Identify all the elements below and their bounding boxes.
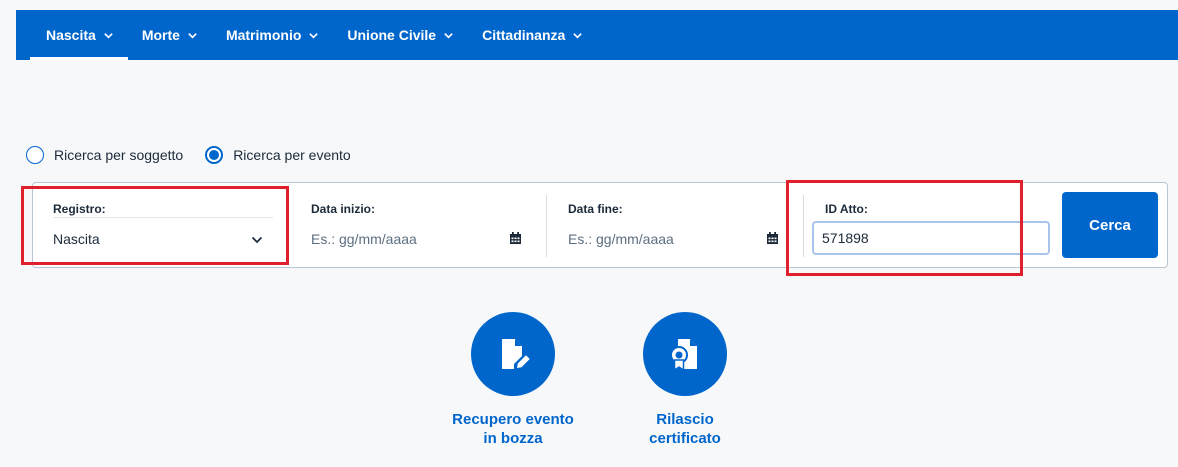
tab-label: Unione Civile — [347, 27, 437, 43]
registro-label: Registro: — [53, 202, 106, 216]
tab-unione-civile[interactable]: Unione Civile — [333, 10, 468, 60]
calendar-icon[interactable] — [766, 232, 779, 245]
id-atto-label: ID Atto: — [825, 202, 868, 216]
chevron-down-icon — [573, 32, 583, 39]
recupero-evento-label: Recupero evento in bozza — [452, 411, 574, 447]
radio-ricerca-per-soggetto[interactable]: Ricerca per soggetto — [26, 146, 183, 164]
certificate-icon — [670, 339, 697, 372]
tab-label: Matrimonio — [225, 27, 302, 43]
tab-matrimonio[interactable]: Matrimonio — [212, 10, 333, 60]
chevron-down-icon — [104, 32, 113, 39]
recupero-evento-button[interactable] — [471, 312, 555, 396]
radio-label: Ricerca per evento — [233, 147, 351, 163]
tab-label: Nascita — [46, 27, 96, 43]
data-fine-label: Data fine: — [568, 202, 623, 216]
nav-tabs: Nascita Morte Matrimonio Unione Civile C… — [30, 10, 597, 60]
data-inizio-label: Data inizio: — [311, 202, 376, 216]
search-mode-radio-group: Ricerca per soggetto Ricerca per evento — [26, 146, 373, 164]
tab-nascita[interactable]: Nascita — [30, 10, 128, 60]
data-fine-placeholder: Es.: gg/mm/aaaa — [568, 231, 674, 247]
recupero-evento-action[interactable]: Recupero evento in bozza — [438, 312, 588, 448]
radio-ricerca-per-evento[interactable]: Ricerca per evento — [205, 146, 351, 164]
divider — [546, 195, 547, 257]
chevron-down-icon — [309, 32, 319, 39]
cerca-label: Cerca — [1089, 216, 1131, 234]
calendar-icon[interactable] — [509, 232, 522, 245]
radio-unchecked-icon[interactable] — [26, 146, 44, 164]
cerca-button[interactable]: Cerca — [1062, 192, 1158, 258]
tab-label: Morte — [141, 27, 180, 43]
rilascio-certificato-label: Rilascio certificato — [649, 411, 721, 447]
data-fine-field[interactable]: Data fine: Es.: gg/mm/aaaa — [568, 183, 788, 269]
radio-label: Ricerca per soggetto — [54, 147, 184, 163]
tab-label: Cittadinanza — [482, 27, 566, 43]
search-filter-panel: Registro: Nascita Data inizio: Es.: gg/m… — [32, 182, 1168, 268]
registro-select[interactable]: Registro: Nascita — [53, 183, 283, 269]
divider — [53, 217, 273, 218]
rilascio-certificato-button[interactable] — [643, 312, 727, 396]
data-inizio-placeholder: Es.: gg/mm/aaaa — [311, 231, 417, 247]
chevron-down-icon — [251, 236, 263, 244]
data-inizio-field[interactable]: Data inizio: Es.: gg/mm/aaaa — [311, 183, 531, 269]
divider — [803, 195, 804, 257]
top-nav-bar: Nascita Morte Matrimonio Unione Civile C… — [16, 10, 1178, 60]
chevron-down-icon — [444, 32, 453, 39]
radio-checked-icon[interactable] — [205, 146, 224, 164]
rilascio-certificato-action[interactable]: Rilascio certificato — [610, 312, 760, 448]
tab-morte[interactable]: Morte — [128, 10, 212, 60]
chevron-down-icon — [188, 32, 197, 39]
registro-value: Nascita — [53, 231, 100, 247]
id-atto-input[interactable] — [812, 221, 1050, 255]
edit-document-icon — [502, 339, 530, 369]
tab-cittadinanza[interactable]: Cittadinanza — [468, 10, 597, 60]
